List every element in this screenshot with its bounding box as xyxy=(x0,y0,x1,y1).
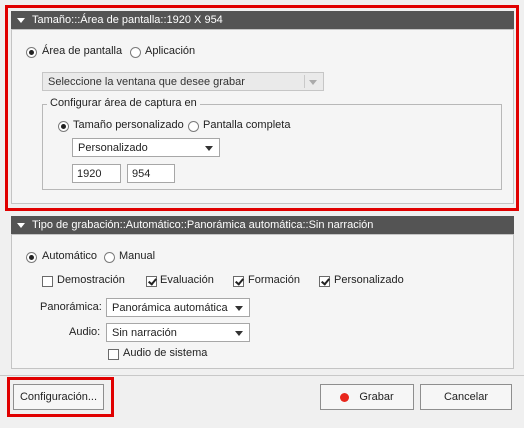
collapse-triangle-icon xyxy=(17,18,25,23)
chevron-down-icon xyxy=(235,331,243,336)
audio-value: Sin narración xyxy=(112,326,177,339)
record-dot-icon xyxy=(340,392,350,402)
checkbox-demo-label: Demostración xyxy=(57,274,125,286)
panning-label: Panorámica: xyxy=(40,301,102,313)
checkbox-custom-label: Personalizado xyxy=(334,274,404,286)
record-button[interactable]: Grabar xyxy=(320,384,414,410)
chevron-down-icon xyxy=(309,80,317,85)
radio-automatic[interactable] xyxy=(26,252,37,263)
height-field[interactable]: 954 xyxy=(127,164,175,183)
radio-full-screen-label: Pantalla completa xyxy=(203,119,291,131)
radio-application[interactable] xyxy=(130,47,141,58)
collapse-triangle-icon xyxy=(17,223,25,228)
panning-select[interactable]: Panorámica automática xyxy=(106,298,250,317)
chevron-down-icon xyxy=(205,146,213,151)
radio-manual-label: Manual xyxy=(119,250,156,262)
audio-label: Audio: xyxy=(69,326,101,338)
radio-screen-area[interactable] xyxy=(26,47,37,58)
checkbox-training-label: Formación xyxy=(248,274,300,286)
record-button-label: Grabar xyxy=(359,391,394,403)
width-field[interactable]: 1920 xyxy=(72,164,121,183)
window-select-value: Seleccione la ventana que desee grabar xyxy=(48,75,245,88)
radio-custom-size[interactable] xyxy=(58,121,69,132)
size-preset-value: Personalizado xyxy=(78,141,148,154)
window-select[interactable]: Seleccione la ventana que desee grabar xyxy=(42,72,324,91)
chevron-down-icon xyxy=(235,306,243,311)
checkbox-assessment[interactable] xyxy=(146,276,157,287)
settings-button[interactable]: Configuración... xyxy=(13,384,104,410)
checkbox-assessment-label: Evaluación xyxy=(160,274,214,286)
footer-divider xyxy=(0,375,524,376)
radio-custom-size-label: Tamaño personalizado xyxy=(73,119,184,131)
screen-panel-header[interactable]: Tamaño:::Área de pantalla::1920 X 954 xyxy=(11,11,514,29)
radio-full-screen[interactable] xyxy=(188,121,199,132)
recording-panel-title: Tipo de grabación::Automático::Panorámic… xyxy=(32,219,374,231)
size-preset-select[interactable]: Personalizado xyxy=(72,138,220,157)
checkbox-system-audio-label: Audio de sistema xyxy=(123,347,208,359)
checkbox-system-audio[interactable] xyxy=(108,349,119,360)
radio-application-label: Aplicación xyxy=(145,45,196,57)
checkbox-custom[interactable] xyxy=(319,276,330,287)
radio-manual[interactable] xyxy=(104,252,115,263)
audio-select[interactable]: Sin narración xyxy=(106,323,250,342)
window-select-separator xyxy=(304,75,305,88)
radio-automatic-label: Automático xyxy=(42,250,98,262)
radio-screen-area-label: Área de pantalla xyxy=(42,45,123,57)
width-value: 1920 xyxy=(77,167,102,180)
panning-value: Panorámica automática xyxy=(112,301,228,314)
checkbox-demo[interactable] xyxy=(42,276,53,287)
capture-area-legend: Configurar área de captura en xyxy=(47,97,200,109)
height-value: 954 xyxy=(132,167,151,180)
screen-panel-title: Tamaño:::Área de pantalla::1920 X 954 xyxy=(32,14,223,26)
recording-panel-header[interactable]: Tipo de grabación::Automático::Panorámic… xyxy=(11,216,514,234)
cancel-button[interactable]: Cancelar xyxy=(420,384,512,410)
checkbox-training[interactable] xyxy=(233,276,244,287)
